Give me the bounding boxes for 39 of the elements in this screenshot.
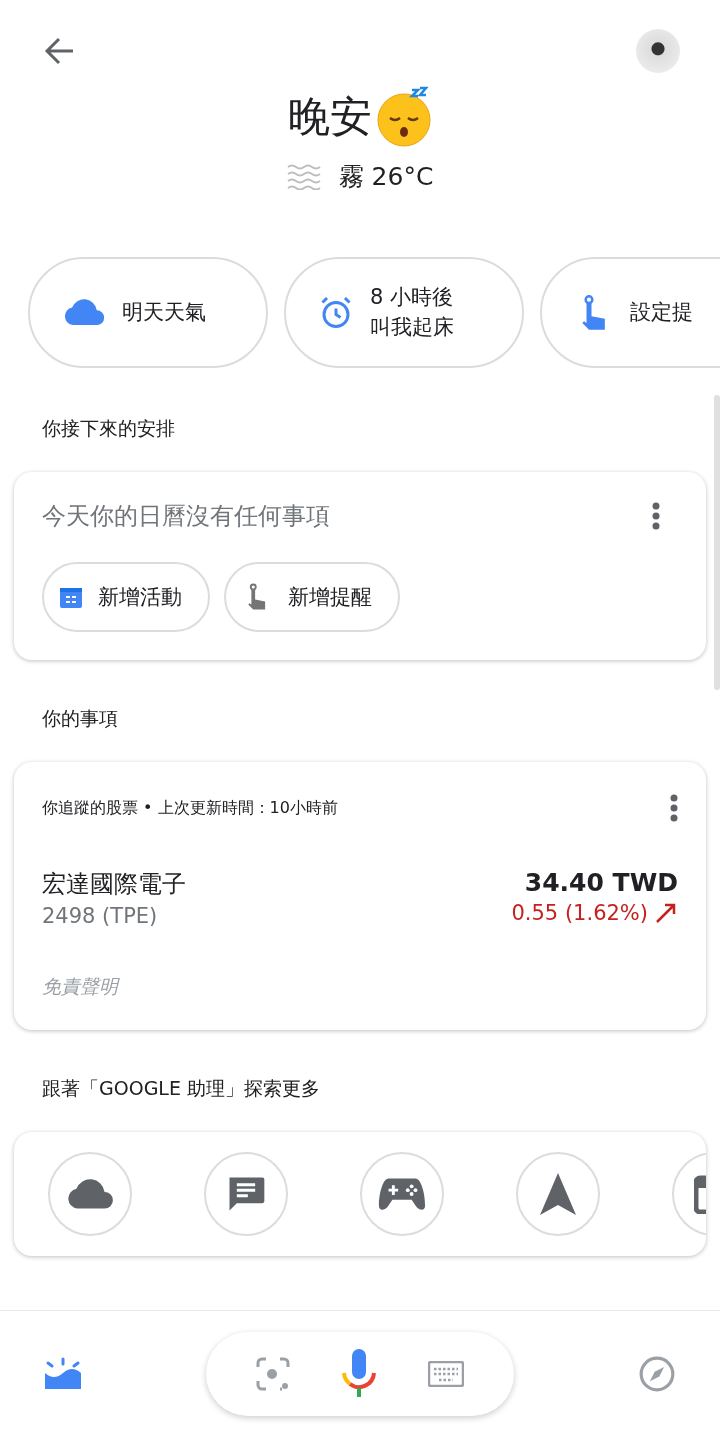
section-title: 你接下來的安排 <box>41 416 176 441</box>
weather-text: 霧 26°C <box>338 161 434 193</box>
stock-change: 0.55 (1.62%) <box>511 901 648 925</box>
back-button[interactable] <box>44 37 74 65</box>
more-options-button[interactable] <box>670 794 678 822</box>
stock-symbol: 2498 (TPE) <box>42 904 158 928</box>
lens-icon <box>255 1357 290 1391</box>
section-title: 跟著「GOOGLE 助理」探索更多 <box>41 1076 321 1101</box>
back-arrow-icon <box>44 37 74 65</box>
navigation-arrow-icon <box>540 1173 576 1215</box>
suggestion-chip[interactable]: 設定提 <box>540 257 720 368</box>
stock-price: 34.40 TWD <box>524 868 678 897</box>
more-vertical-icon <box>670 794 678 822</box>
action-chip[interactable]: 新增活動 <box>42 562 210 632</box>
cloud-icon <box>62 299 106 326</box>
sleeping-face-icon <box>376 86 432 148</box>
empty-calendar-message: 今天你的日曆沒有任何事項 <box>42 501 330 532</box>
stock-name: 宏達國際電子 <box>42 869 186 900</box>
fog-icon <box>286 163 321 190</box>
avatar-button[interactable] <box>636 29 680 73</box>
lens-button[interactable] <box>255 1357 290 1391</box>
snapshot-tab-icon[interactable] <box>44 1357 82 1391</box>
suggestion-chip[interactable]: 8 小時後叫我起床 <box>284 257 524 368</box>
suggestion-chip[interactable]: 明天天氣 <box>28 257 268 368</box>
more-vertical-icon <box>652 502 660 530</box>
calendar-icon <box>60 586 82 608</box>
card-header-text: 你追蹤的股票 • 上次更新時間：10小時前 <box>42 797 338 819</box>
cloud-icon <box>65 1179 115 1209</box>
avatar-photo-placeholder <box>636 29 680 73</box>
keyboard-button[interactable] <box>428 1361 465 1387</box>
trend-up-arrow-icon <box>654 901 678 925</box>
microphone-button[interactable] <box>341 1349 377 1399</box>
section-title: 你的事項 <box>41 706 119 731</box>
action-chip[interactable]: 新增提醒 <box>224 562 400 632</box>
keyboard-icon <box>428 1361 465 1387</box>
more-options-button[interactable] <box>652 502 660 530</box>
greeting-title: 晚安 <box>288 91 372 143</box>
compass-icon[interactable] <box>638 1355 676 1393</box>
microphone-icon <box>341 1349 377 1399</box>
